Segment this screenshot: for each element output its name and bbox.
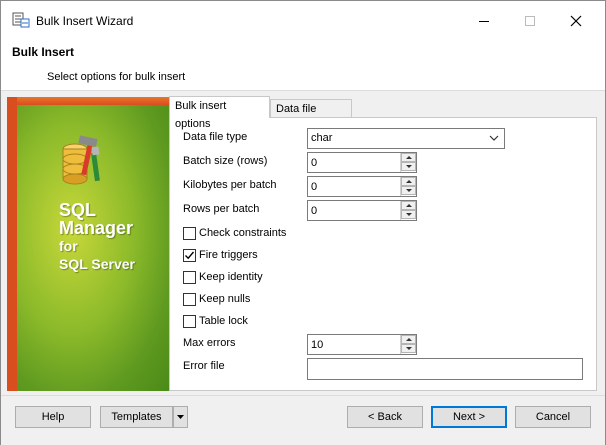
banner-top-strip — [17, 97, 169, 105]
batch-size-up-button[interactable] — [401, 153, 416, 162]
max-errors-value: 10 — [311, 339, 324, 351]
data-file-type-select[interactable]: char — [307, 128, 505, 149]
check-constraints-checkbox[interactable] — [183, 226, 196, 240]
kilobytes-spin-buttons — [400, 177, 416, 196]
rows-spin-buttons — [400, 201, 416, 220]
keep-nulls-checkbox[interactable] — [183, 292, 196, 306]
banner-line-3: for — [59, 238, 78, 254]
max-errors-up-button[interactable] — [401, 335, 416, 344]
keep-identity-checkbox[interactable] — [183, 270, 196, 284]
close-icon — [570, 15, 582, 27]
batch-size-spinner[interactable]: 0 — [307, 152, 417, 173]
header-subtitle: Select options for bulk insert — [47, 71, 186, 83]
checkmark-icon — [185, 251, 195, 259]
max-errors-label: Max errors — [183, 337, 236, 349]
banner-line-2: Manager — [59, 218, 134, 238]
fire-triggers-checkbox[interactable] — [183, 248, 196, 262]
kilobytes-per-batch-value: 0 — [311, 181, 318, 193]
arrow-down-icon — [405, 213, 412, 216]
arrow-up-icon — [405, 338, 412, 341]
max-errors-spinner[interactable]: 10 — [307, 334, 417, 355]
wizard-window: Bulk Insert Wizard Bulk Insert Select op… — [0, 0, 606, 445]
error-file-input[interactable] — [307, 358, 583, 380]
table-lock-label: Table lock — [199, 315, 248, 327]
banner-product-name: SQL Manager for SQL Server — [59, 201, 135, 273]
batch-size-value: 0 — [311, 157, 318, 169]
next-button[interactable]: Next > — [431, 406, 507, 428]
arrow-down-icon — [405, 165, 412, 168]
batch-size-spin-buttons — [400, 153, 416, 172]
table-lock-checkbox[interactable] — [183, 314, 196, 328]
back-button[interactable]: < Back — [347, 406, 423, 428]
database-tools-icon — [62, 135, 100, 185]
tab-bulk-insert-options[interactable]: Bulk insert options — [169, 96, 270, 130]
max-errors-spin-buttons — [400, 335, 416, 354]
window-title: Bulk Insert Wizard — [36, 14, 134, 28]
minimize-button[interactable] — [461, 1, 507, 41]
rows-per-batch-spinner[interactable]: 0 — [307, 200, 417, 221]
maximize-button[interactable] — [507, 1, 553, 41]
rows-down-button[interactable] — [401, 210, 416, 219]
kilobytes-per-batch-spinner[interactable]: 0 — [307, 176, 417, 197]
rows-per-batch-label: Rows per batch — [183, 203, 260, 215]
batch-size-label: Batch size (rows) — [183, 155, 268, 167]
check-constraints-option[interactable]: Check constraints — [183, 226, 286, 240]
arrow-down-icon — [405, 189, 412, 192]
max-errors-down-button[interactable] — [401, 344, 416, 353]
close-button[interactable] — [553, 1, 599, 41]
arrow-down-icon — [405, 347, 412, 350]
tab-data-file-format[interactable]: Data file format — [270, 99, 352, 133]
keep-identity-label: Keep identity — [199, 271, 263, 283]
kilobytes-down-button[interactable] — [401, 186, 416, 195]
check-constraints-label: Check constraints — [199, 227, 287, 239]
arrow-up-icon — [405, 204, 412, 207]
header-title: Bulk Insert — [12, 45, 75, 59]
cancel-button[interactable]: Cancel — [515, 406, 591, 428]
keep-nulls-label: Keep nulls — [199, 293, 251, 305]
help-button[interactable]: Help — [15, 406, 91, 428]
kilobytes-per-batch-label: Kilobytes per batch — [183, 179, 277, 191]
rows-per-batch-value: 0 — [311, 205, 318, 217]
minimize-icon — [479, 20, 489, 22]
data-file-type-value: char — [311, 132, 333, 144]
fire-triggers-option[interactable]: Fire triggers — [183, 248, 258, 262]
bulk-insert-app-icon — [12, 12, 30, 28]
chevron-down-icon — [489, 135, 499, 141]
arrow-up-icon — [405, 156, 412, 159]
error-file-label: Error file — [183, 360, 225, 372]
product-banner: SQL Manager for SQL Server — [7, 97, 169, 391]
templates-dropdown-button[interactable] — [173, 406, 188, 428]
fire-triggers-label: Fire triggers — [199, 249, 258, 261]
wizard-header: Bulk Insert Select options for bulk inse… — [1, 41, 605, 91]
table-lock-option[interactable]: Table lock — [183, 314, 248, 328]
maximize-icon — [525, 16, 535, 26]
keep-identity-option[interactable]: Keep identity — [183, 270, 263, 284]
templates-button[interactable]: Templates — [100, 406, 173, 428]
dropdown-arrow-icon — [177, 415, 184, 419]
rows-up-button[interactable] — [401, 201, 416, 210]
title-bar: Bulk Insert Wizard — [1, 1, 605, 41]
banner-line-1: SQL — [59, 200, 97, 220]
batch-size-down-button[interactable] — [401, 162, 416, 171]
banner-line-4: SQL Server — [59, 256, 136, 272]
arrow-up-icon — [405, 180, 412, 183]
keep-nulls-option[interactable]: Keep nulls — [183, 292, 250, 306]
kilobytes-up-button[interactable] — [401, 177, 416, 186]
banner-accent-strip — [7, 97, 17, 391]
